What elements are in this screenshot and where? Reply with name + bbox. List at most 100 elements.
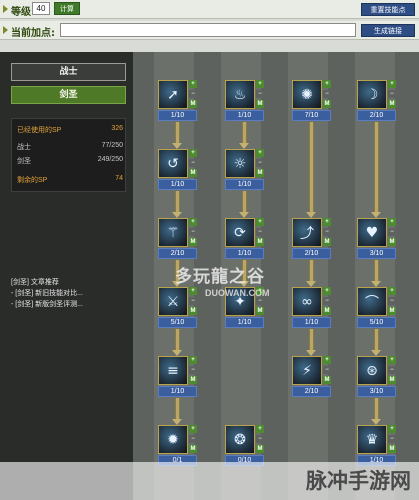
skill-max-button[interactable]: M — [256, 445, 264, 453]
crystal-icon[interactable]: ♛ — [357, 425, 387, 454]
skill-minus-button[interactable]: − — [323, 297, 331, 305]
crescent-icon[interactable]: ☽ — [357, 80, 387, 109]
level-input[interactable]: 40 — [32, 2, 50, 15]
skill-minus-button[interactable]: − — [256, 228, 264, 236]
skill-minus-button[interactable]: − — [388, 90, 396, 98]
skill-minus-button[interactable]: − — [256, 159, 264, 167]
skill-max-button[interactable]: M — [323, 100, 331, 108]
skill-max-button[interactable]: M — [323, 238, 331, 246]
skill-minus-button[interactable]: − — [189, 366, 197, 374]
skill-plus-button[interactable]: + — [388, 287, 396, 295]
skill-level: 2/10 — [292, 386, 331, 397]
skill-minus-button[interactable]: − — [323, 366, 331, 374]
skill-plus-button[interactable]: + — [323, 287, 331, 295]
skill-minus-button[interactable]: − — [256, 297, 264, 305]
skill-level: 2/10 — [357, 110, 396, 121]
wing-icon[interactable]: ♥ — [357, 218, 387, 247]
skill-plus-button[interactable]: + — [189, 218, 197, 226]
skill-max-button[interactable]: M — [256, 169, 264, 177]
fire-crown-icon[interactable]: ♨ — [225, 80, 255, 109]
skill-cell: ⌒ + − M 5/10 — [357, 287, 401, 331]
skill-plus-button[interactable]: + — [323, 218, 331, 226]
reset-skills-button[interactable]: 重置技能点 — [361, 3, 415, 16]
sp-swordmaster-label: 剑圣 — [17, 158, 31, 165]
aura-icon[interactable]: ☼ — [225, 149, 255, 178]
skill-minus-button[interactable]: − — [189, 228, 197, 236]
skill-plus-button[interactable]: + — [323, 356, 331, 364]
skill-max-button[interactable]: M — [323, 307, 331, 315]
ultimate-icon[interactable]: ✹ — [158, 425, 188, 454]
skill-cell: ☼ + − M 1/10 — [225, 149, 269, 193]
whirl-icon[interactable]: ↺ — [158, 149, 188, 178]
skill-max-button[interactable]: M — [189, 169, 197, 177]
skill-minus-button[interactable]: − — [189, 297, 197, 305]
skill-plus-button[interactable]: + — [388, 425, 396, 433]
skill-minus-button[interactable]: − — [256, 90, 264, 98]
skill-max-button[interactable]: M — [189, 100, 197, 108]
cyclone-icon[interactable]: ⊛ — [357, 356, 387, 385]
skill-minus-button[interactable]: − — [189, 159, 197, 167]
triple-slash-icon[interactable]: ≡ — [158, 356, 188, 385]
skill-plus-button[interactable]: + — [388, 356, 396, 364]
skill-max-button[interactable]: M — [388, 238, 396, 246]
spiral-slash-icon[interactable]: ➚ — [158, 80, 188, 109]
generate-link-button[interactable]: 生成链接 — [361, 24, 415, 37]
cleave-icon[interactable]: ⚔ — [158, 287, 188, 316]
swirl-icon[interactable]: ∞ — [292, 287, 322, 316]
skill-cell: ⚚ + − M 2/10 — [158, 218, 202, 262]
skill-cell: ⟳ + − M 1/10 — [225, 218, 269, 262]
sp-remaining-row: 剩余的SP 74 — [17, 175, 123, 186]
skill-plus-button[interactable]: + — [388, 218, 396, 226]
class-tab-warrior[interactable]: 战士 — [11, 63, 126, 81]
skill-plus-button[interactable]: + — [256, 425, 264, 433]
skill-connector — [175, 398, 180, 419]
arc-slash-icon[interactable]: ⤴ — [292, 218, 322, 247]
skill-max-button[interactable]: M — [388, 100, 396, 108]
skill-minus-button[interactable]: − — [388, 366, 396, 374]
skill-plus-button[interactable]: + — [256, 218, 264, 226]
glyph-sigil-icon[interactable]: ❂ — [225, 425, 255, 454]
points-input[interactable] — [60, 23, 356, 37]
skill-max-button[interactable]: M — [189, 445, 197, 453]
blade-arc-icon[interactable]: ⌒ — [357, 287, 387, 316]
skill-max-button[interactable]: M — [388, 307, 396, 315]
skill-max-button[interactable]: M — [256, 307, 264, 315]
skill-plus-button[interactable]: + — [189, 356, 197, 364]
skill-max-button[interactable]: M — [256, 238, 264, 246]
skill-max-button[interactable]: M — [256, 100, 264, 108]
recommend-link[interactable]: - [剑圣] 新旧技能对比... — [11, 288, 129, 299]
skill-plus-button[interactable]: + — [189, 80, 197, 88]
skill-minus-button[interactable]: − — [388, 297, 396, 305]
skill-max-button[interactable]: M — [189, 307, 197, 315]
trident-icon[interactable]: ⚚ — [158, 218, 188, 247]
flame-icon[interactable]: ✺ — [292, 80, 322, 109]
skill-minus-button[interactable]: − — [388, 435, 396, 443]
skill-plus-button[interactable]: + — [189, 149, 197, 157]
skill-level: 5/10 — [158, 317, 197, 328]
skill-minus-button[interactable]: − — [323, 228, 331, 236]
flash-icon[interactable]: ⚡ — [292, 356, 322, 385]
skill-minus-button[interactable]: − — [323, 90, 331, 98]
skill-plus-button[interactable]: + — [388, 80, 396, 88]
skill-plus-button[interactable]: + — [189, 287, 197, 295]
skill-max-button[interactable]: M — [189, 238, 197, 246]
skill-minus-button[interactable]: − — [189, 435, 197, 443]
skill-plus-button[interactable]: + — [256, 149, 264, 157]
skill-connector — [175, 191, 180, 212]
skill-max-button[interactable]: M — [189, 376, 197, 384]
skill-plus-button[interactable]: + — [256, 80, 264, 88]
sweep-icon[interactable]: ⟳ — [225, 218, 255, 247]
recommend-link[interactable]: - [剑圣] 新版剑圣评测... — [11, 299, 129, 310]
skill-minus-button[interactable]: − — [388, 228, 396, 236]
skill-plus-button[interactable]: + — [189, 425, 197, 433]
skill-max-button[interactable]: M — [323, 376, 331, 384]
skill-minus-button[interactable]: − — [256, 435, 264, 443]
skill-cell: ⚔ + − M 5/10 — [158, 287, 202, 331]
skill-max-button[interactable]: M — [388, 376, 396, 384]
skill-max-button[interactable]: M — [388, 445, 396, 453]
skill-plus-button[interactable]: + — [323, 80, 331, 88]
skill-minus-button[interactable]: − — [189, 90, 197, 98]
class-tab-swordmaster[interactable]: 剑圣 — [11, 86, 126, 104]
skill-level: 3/10 — [357, 248, 396, 259]
calculate-button[interactable]: 计算 — [54, 2, 80, 15]
